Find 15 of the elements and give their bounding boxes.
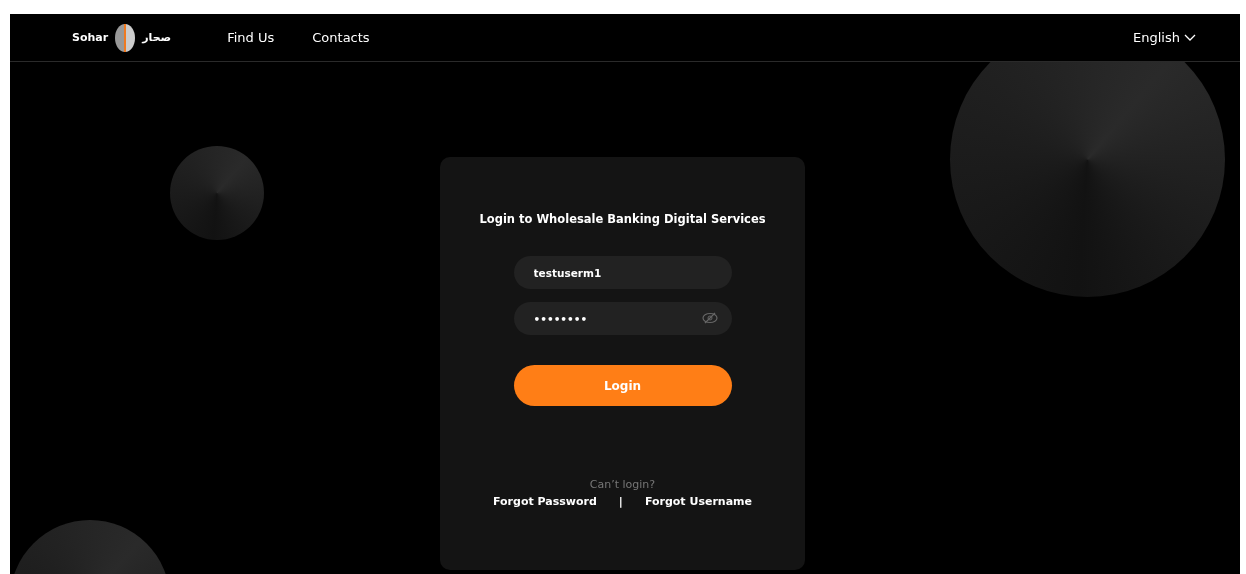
nav-link[interactable]: Contacts — [312, 30, 370, 45]
nav-link[interactable]: Find Us — [227, 30, 275, 45]
eye-slash-icon[interactable] — [701, 312, 718, 324]
help-text: Can’t login? — [589, 478, 656, 491]
password-field[interactable]: •••••••• — [513, 302, 732, 335]
login-title: Login to Wholesale Banking Digital Services — [479, 212, 766, 226]
username-field[interactable]: testuserm1 — [513, 256, 732, 289]
language-dropdown[interactable]: English — [1133, 30, 1196, 45]
forgot-password-link[interactable]: Forgot Password — [493, 495, 597, 508]
forgot-username-link[interactable]: Forgot Username — [644, 495, 752, 508]
logo-icon — [114, 22, 137, 53]
separator-text: | — [618, 495, 623, 508]
logo-text: Sohar — [72, 31, 109, 44]
logo-arabic-text: صحار — [142, 31, 172, 44]
chevron-down-icon — [1184, 33, 1196, 42]
